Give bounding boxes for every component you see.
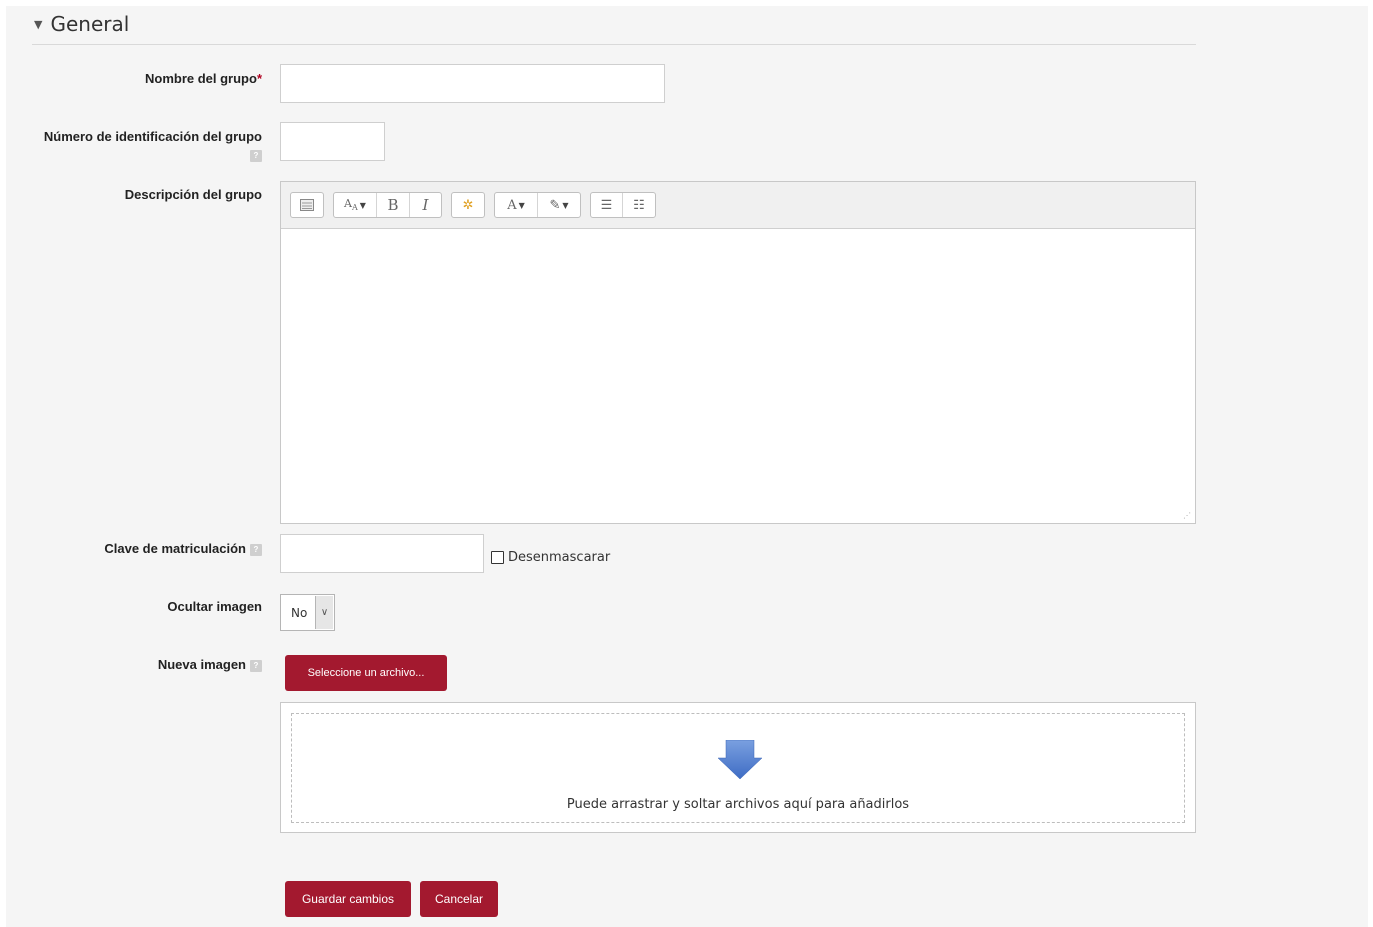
equation-icon: ✲ [462,197,474,213]
group-idnumber-input[interactable] [280,122,385,161]
group-idnumber-label: Número de identificación del grupo ? [20,129,262,162]
hide-picture-select[interactable]: No ∨ [280,594,335,631]
dropzone-dashed-area: Puede arrastrar y soltar archivos aquí p… [291,713,1185,823]
equation-button[interactable]: ✲ [452,193,484,217]
help-icon[interactable]: ? [250,543,262,556]
section-divider [32,44,1196,45]
group-idnumber-label-text: Número de identificación del grupo [43,129,262,144]
bullet-list-button[interactable]: ☰ [591,193,623,217]
resize-handle-icon[interactable]: ⋰ [1183,511,1191,520]
font-size-icon: AA [344,197,358,213]
bullet-list-icon: ☰ [600,197,613,213]
editor-toolbar: AA ▼ B I ✲ A ▼ ✎ ▼ ☰ ☷ [281,182,1195,229]
text-color-icon: A [507,197,517,213]
required-icon: * [256,71,262,86]
bold-button[interactable]: B [377,193,410,217]
chevron-down-icon: ▼ [562,200,569,210]
toolbar-toggle-button[interactable] [291,193,323,217]
collapse-triangle-icon[interactable]: ▼ [34,18,42,31]
help-icon[interactable]: ? [250,659,262,672]
group-name-label: Nombre del grupo* [60,71,262,86]
italic-button[interactable]: I [410,193,441,217]
chevron-down-icon: ▼ [518,200,525,210]
toolbar-group-color: A ▼ ✎ ▼ [494,192,581,218]
cancel-button[interactable]: Cancelar [420,881,498,917]
toolbar-group-lists: ☰ ☷ [590,192,656,218]
unmask-checkbox[interactable] [491,551,504,564]
toolbar-group-equation: ✲ [451,192,485,218]
toolbar-group-toggle [290,192,324,218]
enrolment-key-label: Clave de matriculación? [40,541,262,556]
font-size-button[interactable]: AA ▼ [334,193,377,217]
group-name-input[interactable] [280,64,665,103]
group-description-label: Descripción del grupo [124,187,262,202]
new-picture-label: Nueva imagen? [60,657,262,672]
section-title: General [50,12,130,36]
drop-instructions: Puede arrastrar y soltar archivos aquí p… [566,797,910,812]
file-dropzone[interactable]: Puede arrastrar y soltar archivos aquí p… [280,702,1196,833]
help-icon[interactable]: ? [250,150,262,162]
highlight-icon: ✎ [549,197,561,213]
section-header-general[interactable]: ▼ General [34,12,129,36]
highlight-button[interactable]: ✎ ▼ [538,193,580,217]
bold-icon: B [387,196,399,214]
enrolment-key-input[interactable] [280,534,484,573]
group-name-label-text: Nombre del grupo [144,71,257,86]
new-picture-label-text: Nueva imagen [157,657,246,672]
toggle-icon [300,199,314,211]
editor-content-area[interactable] [281,229,1195,523]
unmask-label[interactable]: Desenmascarar [508,550,610,565]
italic-icon: I [422,196,429,214]
chevron-down-icon: ∨ [315,596,333,629]
text-color-button[interactable]: A ▼ [495,193,538,217]
chevron-down-icon: ▼ [359,200,366,210]
drop-arrow-icon [717,740,763,780]
hide-picture-value: No [291,606,308,620]
save-changes-button[interactable]: Guardar cambios [285,881,411,917]
numbered-list-icon: ☷ [633,197,645,213]
choose-file-button[interactable]: Seleccione un archivo... [285,655,447,691]
description-editor: AA ▼ B I ✲ A ▼ ✎ ▼ ☰ ☷ ⋰ [280,181,1196,524]
hide-picture-label: Ocultar imagen [167,599,262,614]
enrolment-key-label-text: Clave de matriculación [104,541,246,556]
toolbar-group-format: AA ▼ B I [333,192,442,218]
numbered-list-button[interactable]: ☷ [623,193,655,217]
